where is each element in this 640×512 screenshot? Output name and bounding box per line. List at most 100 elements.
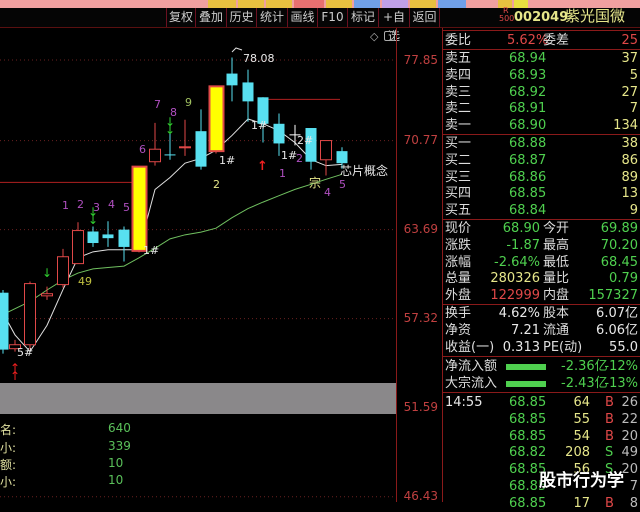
bid-row: 买二 68.87 86 [443, 152, 640, 169]
flow-row-cell: 大宗流入 [445, 375, 498, 391]
count-label: 1 [62, 199, 69, 212]
diamond-icon[interactable]: ◇ [370, 30, 378, 43]
bid-row-cell: 68.88 [509, 136, 547, 151]
candle [242, 69, 254, 122]
tick-row-cell: B [605, 411, 614, 427]
signal-label: 1# [143, 244, 160, 257]
menu-tab[interactable] [238, 0, 264, 8]
ask-row-cell: 27 [621, 84, 638, 100]
menu-tab[interactable] [266, 0, 292, 8]
quote-row-cell: 70.20 [600, 237, 638, 253]
candle [24, 281, 36, 350]
draw-line-button[interactable]: 画线 [287, 8, 317, 27]
candle [131, 165, 148, 253]
signal-label: 5# [17, 346, 34, 359]
quote-row-cell: 122999 [490, 288, 540, 304]
candle [0, 289, 9, 354]
bid-row-cell: 买三 [445, 169, 472, 185]
tick-row-cell: S [605, 445, 614, 461]
fund-row-cell: 0.313 [502, 339, 540, 355]
price-tick: 77.85 [403, 53, 438, 67]
kline-chart[interactable]: ◇ 78.08 1 2 3 4 5 6 7 8 9 5# 49 1# 2 1# … [0, 28, 396, 502]
candle-body [118, 229, 130, 247]
quote-row-cell: -1.87 [506, 237, 540, 253]
order-ratio-row: 委比 5.62% 委差 25 [445, 33, 638, 48]
candle [195, 109, 207, 170]
tick-row-cell: 17 [573, 495, 590, 511]
menu-tab[interactable] [514, 0, 528, 8]
candle-body [273, 123, 285, 144]
mark-button[interactable]: 标记 [347, 8, 378, 27]
candle-body [102, 234, 114, 239]
price-tick: 57.32 [403, 311, 438, 325]
add-watchlist-button[interactable]: +自选 [378, 8, 409, 43]
quote-row-cell: 涨幅 [445, 254, 472, 270]
ask-row: 卖五 68.94 37 [443, 50, 640, 67]
menu-tab[interactable] [208, 0, 236, 8]
back-button[interactable]: 返回 [409, 8, 440, 27]
bid-row-cell: 68.86 [509, 169, 547, 185]
candle-body [226, 73, 238, 86]
price-axis: 77.85 70.77 63.69 57.32 51.59 46.43 [396, 28, 443, 503]
quote-panel: R 500 002049 紫光国微 委比 5.62% 委差 25 卖五 68.94 37… [443, 7, 640, 511]
price-tick: 63.69 [403, 222, 438, 236]
flow-row-cell: -2.36亿 [561, 359, 608, 374]
candle [149, 122, 161, 166]
quote-row: 总量 280326 量比 0.79 [443, 270, 640, 287]
ask-row-cell: 卖一 [445, 118, 472, 134]
count-label: 1 [279, 167, 286, 180]
candle-body [131, 165, 148, 252]
candle [57, 248, 69, 288]
quote-row: 涨幅 -2.64% 最低 68.45 [443, 254, 640, 271]
tick-row-cell: 8 [629, 495, 638, 511]
overlay-button[interactable]: 叠加 [195, 8, 226, 27]
signal-label: 2# [297, 134, 314, 147]
candle-body [24, 283, 36, 346]
tick-row-cell: 55 [573, 411, 590, 427]
restore-rights-button[interactable]: 复权 [166, 8, 195, 27]
ask-row: 卖四 68.93 5 [443, 67, 640, 84]
menu-tab[interactable] [294, 0, 324, 8]
split-panel-icon[interactable] [384, 31, 395, 41]
tick-row-cell: B [605, 395, 614, 410]
candle-body [57, 256, 69, 286]
candle [208, 85, 225, 154]
count-label: 6 [139, 143, 146, 156]
quote-row-cell: 内盘 [543, 288, 570, 304]
count-label: 9 [185, 96, 192, 109]
bid-row-cell: 38 [621, 136, 638, 151]
ask-row-cell: 卖三 [445, 84, 472, 100]
ask-row-cell: 卖五 [445, 51, 472, 66]
candle-body [320, 140, 332, 161]
bid-row-cell: 13 [621, 186, 638, 202]
bid-row: 买三 68.86 89 [443, 169, 640, 186]
count-label: 2 [296, 152, 303, 165]
tick-row-cell: 7 [629, 479, 638, 494]
fund-row-cell: 7.21 [511, 322, 540, 338]
menu-tab[interactable] [354, 0, 380, 8]
double-down-arrow-icon: ↓ ↓ [165, 115, 176, 137]
tick-row-cell: B [605, 495, 614, 511]
bid-row-cell: 68.84 [509, 203, 547, 219]
fund-row: 换手 4.62% 股本 6.07亿 [443, 305, 640, 322]
f10-button[interactable]: F10 [317, 8, 347, 27]
menu-tab[interactable] [438, 0, 466, 8]
bid-row-cell: 9 [629, 203, 638, 219]
ask-row-cell: 7 [629, 101, 638, 117]
quote-row-cell: 涨跌 [445, 237, 472, 253]
menu-tab[interactable] [410, 0, 436, 8]
ask-row-cell: 37 [621, 51, 638, 66]
fund-row: 净资 7.21 流通 6.06亿 [443, 322, 640, 339]
menu-tab[interactable] [382, 0, 408, 8]
tick-row-cell: 68.82 [509, 445, 547, 461]
menu-tab[interactable] [468, 0, 496, 8]
ma-long-line [2, 173, 343, 316]
menu-tab[interactable] [326, 0, 352, 8]
candle [118, 226, 130, 262]
statistics-button[interactable]: 统计 [256, 8, 287, 27]
candle-body [0, 292, 9, 350]
stock-header: R 500 002049 紫光国微 [443, 7, 640, 28]
history-button[interactable]: 历史 [226, 8, 256, 27]
concept-label: 芯片概念 [340, 164, 389, 178]
double-up-arrow-icon: ↑ ↑ [10, 361, 21, 383]
